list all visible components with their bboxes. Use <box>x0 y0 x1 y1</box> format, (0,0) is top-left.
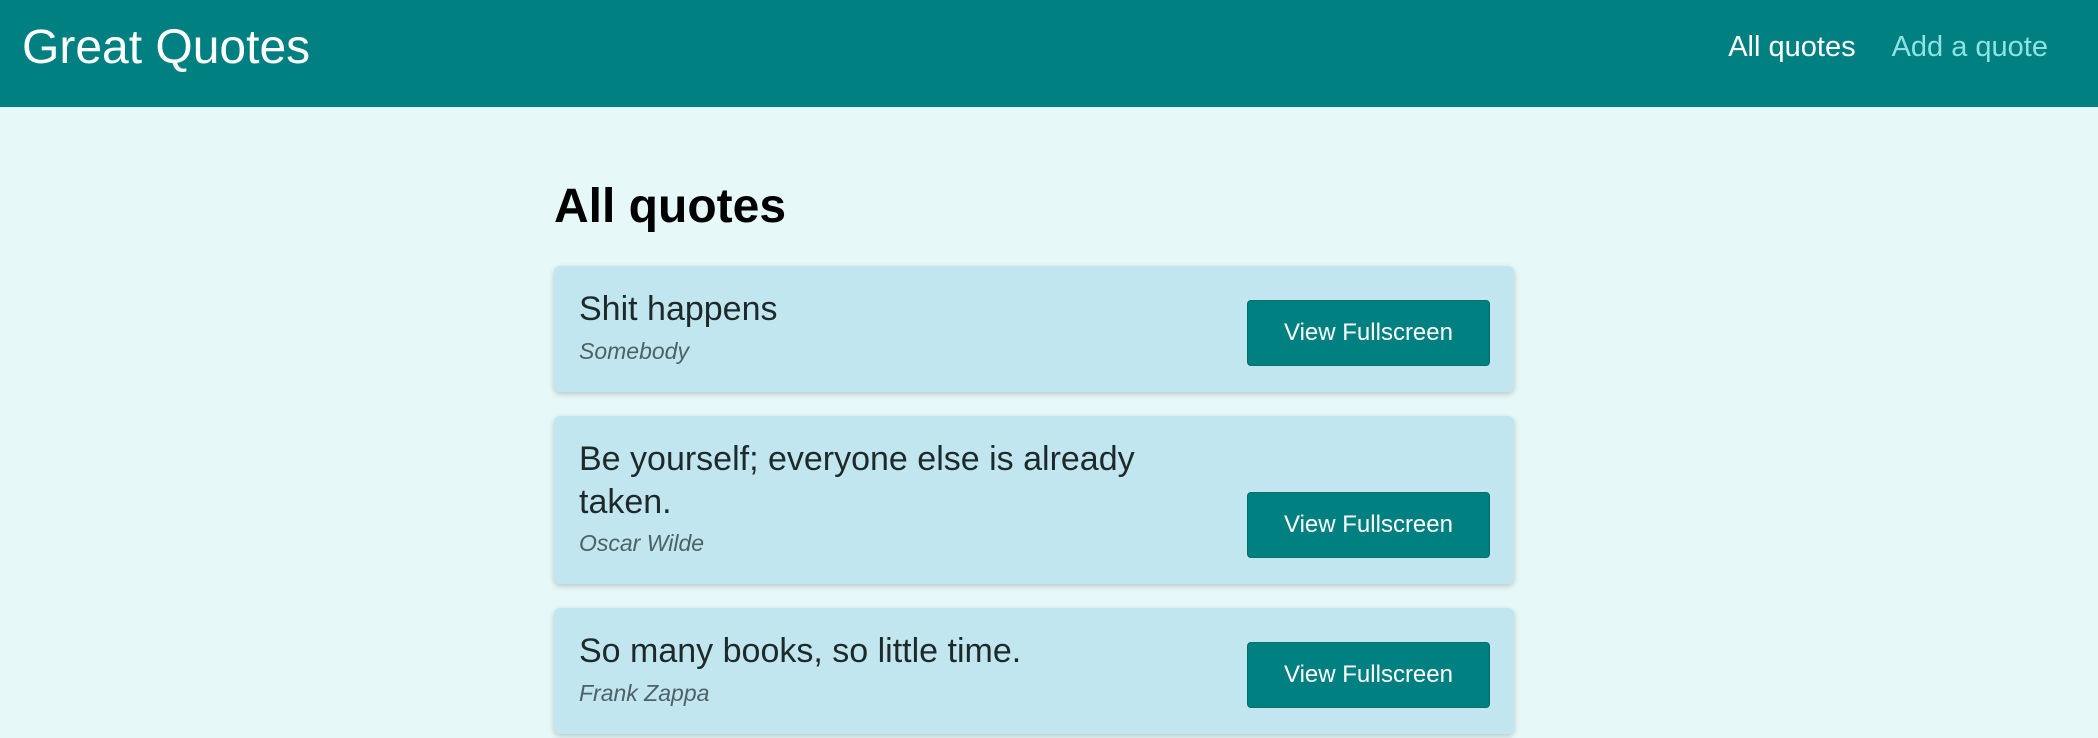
view-fullscreen-button[interactable]: View Fullscreen <box>1247 492 1490 558</box>
main-nav: All quotes Add a quote <box>1728 28 2048 66</box>
main-content: All quotes Shit happens Somebody View Fu… <box>554 168 1516 734</box>
quote-card: Be yourself; everyone else is already ta… <box>554 416 1514 584</box>
quote-text: Shit happens <box>579 290 778 328</box>
nav-link-all-quotes[interactable]: All quotes <box>1728 28 1855 66</box>
page-title: All quotes <box>554 180 787 233</box>
app-header: Great Quotes All quotes Add a quote <box>0 0 2098 107</box>
quote-card: So many books, so little time. Frank Zap… <box>554 608 1514 734</box>
brand-title[interactable]: Great Quotes <box>22 20 310 76</box>
quote-text: So many books, so little time. <box>579 632 1022 670</box>
view-fullscreen-button[interactable]: View Fullscreen <box>1247 300 1490 366</box>
quote-card: Shit happens Somebody View Fullscreen <box>554 266 1514 392</box>
nav-link-add-quote[interactable]: Add a quote <box>1892 28 2048 66</box>
quote-author: Somebody <box>579 338 689 364</box>
quote-text: Be yourself; everyone else is already ta… <box>579 440 1135 521</box>
quote-author: Oscar Wilde <box>579 530 705 556</box>
quote-author: Frank Zappa <box>579 680 710 706</box>
view-fullscreen-button[interactable]: View Fullscreen <box>1247 642 1490 708</box>
